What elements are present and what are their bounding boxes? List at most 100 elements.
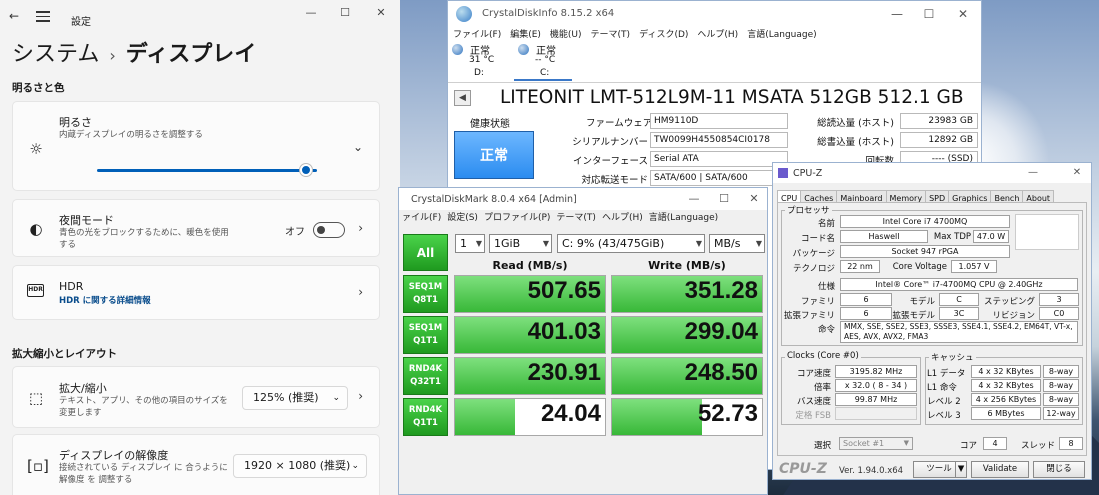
instructions-value: MMX, SSE, SSE2, SSE3, SSSE3, SSE4.1, SSE… [840, 321, 1078, 343]
chevron-down-icon[interactable]: ⌄ [353, 140, 363, 154]
window-title: 設定 [71, 17, 91, 28]
menu-item[interactable]: 設定(S) [447, 213, 478, 223]
chevron-right-icon[interactable]: › [358, 285, 363, 299]
menu-item[interactable]: 言語(Language) [649, 213, 718, 223]
firmware-label: ファームウェア [586, 118, 653, 129]
test-button[interactable]: RND4K Q1T1 [403, 398, 448, 436]
drive-temp: 31 °C [469, 55, 495, 65]
menu-item[interactable]: ファイル(F) [453, 30, 501, 40]
chevron-right-icon[interactable]: › [358, 389, 363, 403]
test-queue: Q1T1 [413, 336, 438, 346]
close-button[interactable]: 閉じる [1033, 461, 1085, 478]
brightness-desc: 内蔵ディスプレイの明るさを調整する [59, 130, 203, 140]
cache-assoc-value: 8-way [1043, 393, 1079, 406]
close-icon[interactable]: ✕ [948, 4, 978, 24]
count-select[interactable]: 1 ▼ [455, 234, 485, 253]
minimize-icon[interactable]: — [681, 190, 707, 208]
menu-item[interactable]: ヘルプ(H) [697, 30, 738, 40]
menu-item[interactable]: 編集(E) [510, 30, 541, 40]
health-label: 健康状態 [470, 119, 510, 130]
minimize-icon[interactable]: — [296, 4, 326, 22]
close-icon[interactable]: ✕ [366, 4, 396, 22]
maximize-icon[interactable]: ☐ [330, 4, 360, 22]
cache-level-label: レベル 2 [927, 397, 961, 407]
socket-value: Socket #1 [843, 439, 885, 448]
all-button[interactable]: All [403, 234, 448, 271]
app-icon [778, 168, 788, 178]
close-icon[interactable]: ✕ [1065, 165, 1089, 181]
cdm-titlebar: CrystalDiskMark 8.0.4 x64 [Admin] — ☐ ✕ [399, 188, 767, 210]
chevron-down-icon: ⌄ [332, 393, 340, 403]
select-label: 選択 [813, 441, 831, 451]
tools-dropdown-button[interactable]: ▼ [955, 461, 967, 478]
hdr-link[interactable]: HDR に関する詳細情報 [59, 295, 229, 307]
brightness-card[interactable]: ☼ 明るさ 内蔵ディスプレイの明るさを調整する ⌄ [12, 101, 380, 191]
close-icon[interactable]: ✕ [741, 190, 767, 208]
scale-card[interactable]: ⬚ 拡大/縮小 テキスト、アプリ、その他の項目のサイズを変更します 125% (… [12, 366, 380, 428]
read-header: Read (MB/s) [492, 259, 568, 272]
hdr-card[interactable]: HDR HDR HDR に関する詳細情報 › [12, 265, 380, 320]
multiplier-value: x 32.0 ( 8 - 34 ) [835, 379, 917, 392]
scale-desc: テキスト、アプリ、その他の項目のサイズを変更します [59, 396, 228, 418]
cache-level-label: L1 データ [927, 369, 966, 379]
maximize-icon[interactable]: ☐ [914, 4, 944, 24]
test-button[interactable]: SEQ1M Q8T1 [403, 275, 448, 313]
menu-item[interactable]: 言語(Language) [747, 30, 816, 40]
settings-window: ← 設定 — ☐ ✕ システム › ディスプレイ 明るさと色 ☼ 明るさ 内蔵ディス… [0, 0, 400, 495]
drive-d-status[interactable]: 正常 31 °C D: [448, 41, 506, 81]
menu-item[interactable]: テーマ(T) [556, 213, 596, 223]
resolution-desc: 接続されている ディスプレイ に 合うように 解像度 を 調整する [59, 463, 228, 485]
menu-item[interactable]: ヘルプ(H) [602, 213, 643, 223]
night-mode-toggle[interactable] [313, 222, 345, 238]
breadcrumb-parent[interactable]: システム [12, 42, 99, 67]
menu-item[interactable]: テーマ(T) [591, 30, 631, 40]
cores-label: コア [959, 441, 977, 451]
processor-group-label: プロセッサ [785, 204, 832, 216]
drive-select[interactable]: C: 9% (43/475GiB) ▼ [557, 234, 705, 253]
scale-dropdown[interactable]: 125% (推奨) ⌄ [242, 386, 348, 410]
brightness-slider[interactable] [97, 169, 317, 172]
drive-temp: -- °C [535, 55, 556, 65]
write-total-value: 12892 GB [900, 132, 978, 148]
chevron-right-icon[interactable]: › [358, 221, 363, 235]
validate-button[interactable]: Validate [971, 461, 1029, 478]
prev-drive-button[interactable]: ◀ [454, 90, 471, 106]
resolution-card[interactable]: [▫] ディスプレイの解像度 接続されている ディスプレイ に 合うように 解像… [12, 434, 380, 495]
socket-select[interactable]: Socket #1 ▼ [839, 437, 913, 450]
serial-label: シリアルナンバー [572, 137, 648, 148]
core-speed-label: コア速度 [796, 369, 831, 379]
intel-logo [1015, 214, 1079, 250]
menu-item[interactable]: ディスク(D) [639, 30, 688, 40]
test-button[interactable]: SEQ1M Q1T1 [403, 316, 448, 354]
rated-fsb-value [835, 407, 917, 420]
test-button[interactable]: RND4K Q32T1 [403, 357, 448, 395]
menu-item[interactable]: ァイル(F) [402, 213, 441, 223]
minimize-icon[interactable]: — [882, 4, 912, 24]
package-label: パッケージ [792, 249, 835, 259]
unit-select[interactable]: MB/s ▼ [709, 234, 765, 253]
drive-model: LITEONIT LMT-512L9M-11 MSATA 512GB 512.1… [500, 87, 964, 108]
menu-item[interactable]: プロファイル(P) [484, 213, 550, 223]
cache-assoc-value: 12-way [1043, 407, 1079, 420]
size-select[interactable]: 1GiB ▼ [489, 234, 552, 253]
minimize-icon[interactable]: — [1021, 165, 1045, 181]
write-header: Write (MB/s) [648, 259, 726, 272]
write-result: 248.50 [611, 357, 763, 395]
drive-c-status[interactable]: 正常 -- °C C: [514, 41, 572, 81]
brightness-slider-thumb[interactable] [300, 164, 312, 176]
menu-item[interactable]: 機能(U) [550, 30, 582, 40]
maximize-icon[interactable]: ☐ [711, 190, 737, 208]
write-result-value: 299.04 [684, 318, 758, 345]
resolution-icon: [▫] [27, 457, 49, 475]
maxtdp-label: Max TDP [933, 232, 971, 242]
health-status-button[interactable]: 正常 [454, 131, 534, 179]
night-mode-card[interactable]: ◐ 夜間モード 青色の光をブロックするために、暖色を使用する オフ › [12, 199, 380, 257]
resolution-dropdown[interactable]: 1920 × 1080 (推奨) ⌄ [233, 454, 367, 478]
back-arrow-icon[interactable]: ← [9, 9, 19, 23]
status-dot-icon [518, 44, 529, 55]
stepping-label: ステッピング [983, 297, 1035, 307]
scale-value: 125% (推奨) [253, 391, 319, 404]
menu-icon[interactable] [36, 11, 50, 23]
resolution-title: ディスプレイの解像度 [59, 449, 169, 462]
dropdown-arrow-icon: ▼ [695, 239, 702, 248]
